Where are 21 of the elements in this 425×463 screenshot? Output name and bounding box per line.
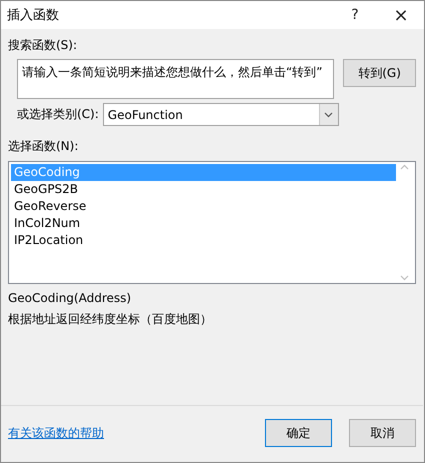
ok-button[interactable]: 确定 xyxy=(265,419,332,447)
function-list-label: 选择函数(N): xyxy=(8,138,80,155)
function-description: 根据地址返回经纬度坐标（百度地图） xyxy=(8,311,213,328)
close-button[interactable]: × xyxy=(378,1,424,29)
search-label: 搜索函数(S): xyxy=(8,37,78,54)
function-item[interactable]: GeoReverse xyxy=(11,198,396,215)
scroll-down-icon[interactable] xyxy=(400,275,409,281)
function-item[interactable]: IP2Location xyxy=(11,232,396,249)
go-button[interactable]: 转到(G) xyxy=(343,59,416,87)
function-signature: GeoCoding(Address) xyxy=(8,291,132,305)
caret-icon xyxy=(324,112,334,118)
search-field[interactable]: 请输入一条简短说明来描述您想做什么，然后单击“转到” xyxy=(17,59,334,99)
function-item[interactable]: GeoGPS2B xyxy=(11,181,396,198)
scroll-up-icon[interactable] xyxy=(400,164,409,170)
cancel-button[interactable]: 取消 xyxy=(349,419,416,447)
category-label: 或选择类别(C): xyxy=(17,106,99,123)
help-button[interactable]: ? xyxy=(332,1,378,29)
category-dropdown[interactable]: GeoFunction xyxy=(102,103,339,126)
function-item[interactable]: InCol2Num xyxy=(11,215,396,232)
window-title: 插入函数 xyxy=(7,7,60,24)
help-link[interactable]: 有关该函数的帮助 xyxy=(8,424,248,442)
